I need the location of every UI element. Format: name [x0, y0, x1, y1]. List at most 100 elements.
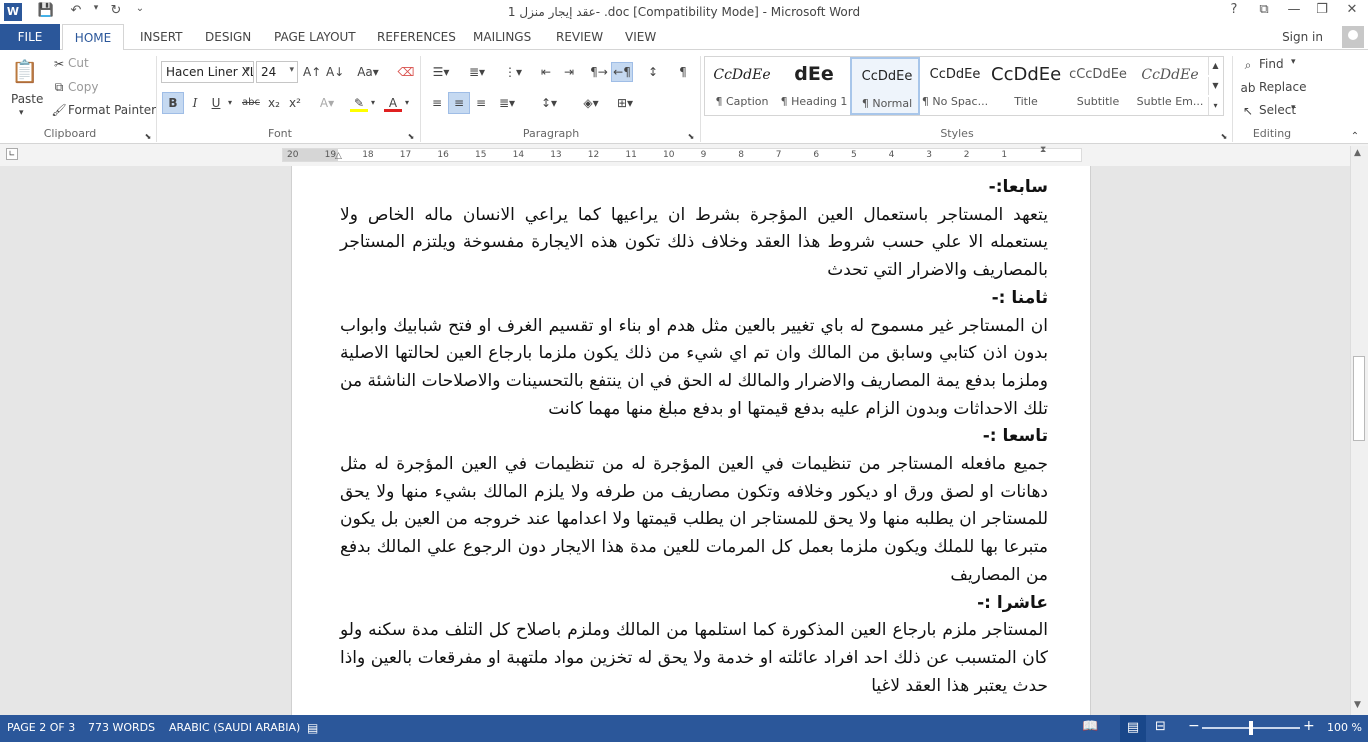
chevron-down-icon[interactable]: ▾ [1291, 57, 1296, 67]
zoom-in-button[interactable]: + [1303, 718, 1315, 734]
highlight-dropdown-icon[interactable]: ▾ [368, 94, 378, 112]
maximize-button[interactable]: ❐ [1310, 2, 1334, 22]
avatar[interactable] [1342, 26, 1364, 48]
highlight-icon[interactable]: ✎ [350, 94, 368, 112]
tab-design[interactable]: DESIGN [205, 30, 251, 44]
scroll-up-icon[interactable]: ▲ [1354, 148, 1361, 158]
style-no-spacing[interactable]: CcDdEe ¶ No Spac... [920, 57, 990, 115]
paste-dropdown-icon[interactable]: ▾ [19, 108, 24, 118]
align-right-icon[interactable]: ≡ [472, 94, 490, 112]
tab-review[interactable]: REVIEW [556, 30, 603, 44]
style-title[interactable]: CcDdEe Title [991, 57, 1061, 115]
tab-home[interactable]: HOME [62, 24, 124, 51]
vertical-scrollbar[interactable]: ▲ ▼ [1350, 146, 1368, 715]
shrink-font-icon[interactable]: A↓ [326, 63, 344, 81]
paste-icon[interactable]: 📋 [10, 58, 40, 88]
horizontal-ruler[interactable]: 20 19 18 17 16 15 14 13 12 11 10 9 8 7 6 5 4 3 2 1 ⧗ △ [282, 145, 1082, 162]
font-color-icon[interactable]: A [384, 94, 402, 112]
tab-references[interactable]: REFERENCES [377, 30, 456, 44]
cut-button[interactable]: Cut [68, 56, 89, 70]
zoom-slider-thumb[interactable] [1249, 721, 1253, 735]
format-painter-button[interactable]: Format Painter [68, 103, 156, 117]
tab-page-layout[interactable]: PAGE LAYOUT [274, 30, 356, 44]
bullets-icon[interactable]: ☰▾ [428, 63, 454, 81]
rtl-direction-icon[interactable]: ←¶ [611, 62, 633, 82]
format-painter-icon[interactable]: 🖌 [50, 101, 68, 119]
document-body[interactable]: سابعا:- يتعهد المستاجر باستعمال العين الم… [340, 174, 1048, 700]
paragraph[interactable]: جميع مافعله المستاجر من تنظيمات في العين… [340, 451, 1048, 590]
justify-icon[interactable]: ≣▾ [494, 94, 520, 112]
styles-scroll-up-icon[interactable]: ▲ [1208, 57, 1222, 75]
decrease-indent-icon[interactable]: ⇤ [537, 63, 555, 81]
find-icon[interactable]: ⌕ [1239, 56, 1257, 74]
select-icon[interactable]: ↖ [1239, 102, 1257, 120]
line-spacing-icon[interactable]: ↕▾ [536, 94, 562, 112]
paragraph[interactable]: ان المستاجر غير مسموح له باي تغيير بالعي… [340, 313, 1048, 424]
section-heading[interactable]: تاسعا :- [340, 423, 1048, 451]
copy-button[interactable]: Copy [68, 80, 98, 94]
page-count[interactable]: PAGE 2 OF 3 [7, 721, 75, 734]
right-indent-marker-icon[interactable]: ⧗ [1040, 145, 1050, 155]
macro-record-icon[interactable]: ▤ [307, 721, 318, 735]
italic-button[interactable]: I [186, 94, 204, 112]
align-center-icon[interactable]: ≡ [448, 92, 470, 114]
strikethrough-button[interactable]: abc [240, 94, 262, 112]
word-count[interactable]: 773 WORDS [88, 721, 155, 734]
font-name-combo[interactable]: Hacen Liner XL ▾ [161, 61, 254, 83]
bold-button[interactable]: B [162, 92, 184, 114]
clear-formatting-icon[interactable]: ⌫ [397, 63, 415, 81]
language-indicator[interactable]: ARABIC (SAUDI ARABIA) [169, 721, 300, 734]
sign-in-link[interactable]: Sign in [1282, 30, 1323, 44]
minimize-button[interactable]: — [1282, 2, 1306, 22]
show-formatting-icon[interactable]: ¶ [674, 63, 692, 81]
left-indent-marker-icon[interactable]: △ [335, 151, 342, 161]
tab-selector-icon[interactable]: ∟ [6, 148, 18, 160]
ltr-direction-icon[interactable]: ¶→ [590, 63, 608, 81]
tab-insert[interactable]: INSERT [140, 30, 183, 44]
replace-button[interactable]: Replace [1259, 80, 1306, 94]
ribbon-display-options-button[interactable]: ⧉ [1252, 2, 1276, 22]
styles-scroll-down-icon[interactable]: ▼ [1208, 77, 1222, 95]
tab-mailings[interactable]: MAILINGS [473, 30, 531, 44]
copy-icon[interactable]: ⧉ [50, 78, 68, 96]
tab-view[interactable]: VIEW [625, 30, 656, 44]
shading-icon[interactable]: ◈▾ [578, 94, 604, 112]
section-heading[interactable]: ثامنا :- [340, 285, 1048, 313]
align-left-icon[interactable]: ≡ [428, 94, 446, 112]
style-caption[interactable]: CcDdEe ¶ Caption [707, 57, 777, 115]
multilevel-list-icon[interactable]: ⋮▾ [500, 63, 526, 81]
superscript-button[interactable]: x² [286, 94, 304, 112]
font-color-dropdown-icon[interactable]: ▾ [402, 94, 412, 112]
grow-font-icon[interactable]: A↑ [303, 63, 321, 81]
cut-icon[interactable]: ✂ [50, 55, 68, 73]
read-mode-icon[interactable]: 📖 [1082, 719, 1098, 734]
document-page[interactable]: سابعا:- يتعهد المستاجر باستعمال العين الم… [291, 166, 1091, 715]
find-button[interactable]: Find [1259, 57, 1284, 71]
section-heading[interactable]: عاشرا :- [340, 590, 1048, 618]
style-subtle-emphasis[interactable]: CcDdEe Subtle Em... [1135, 57, 1205, 115]
numbering-icon[interactable]: ≣▾ [464, 63, 490, 81]
web-layout-icon[interactable]: ⊟ [1155, 719, 1166, 734]
borders-icon[interactable]: ⊞▾ [612, 94, 638, 112]
help-button[interactable]: ? [1222, 2, 1246, 22]
text-effects-icon[interactable]: A▾ [318, 94, 336, 112]
replace-icon[interactable]: ab [1239, 79, 1257, 97]
close-button[interactable]: ✕ [1340, 2, 1364, 22]
print-layout-icon[interactable]: ▤ [1120, 715, 1146, 742]
style-heading-1[interactable]: dEe ¶ Heading 1 [779, 57, 849, 115]
change-case-icon[interactable]: Aa▾ [354, 63, 382, 81]
underline-dropdown-icon[interactable]: ▾ [225, 94, 235, 112]
paragraph[interactable]: المستاجر ملزم بارجاع العين المذكورة كما … [340, 617, 1048, 700]
style-subtitle[interactable]: cCcDdEe Subtitle [1063, 57, 1133, 115]
chevron-down-icon[interactable]: ▾ [1291, 103, 1296, 113]
styles-more-icon[interactable]: ▾ [1208, 97, 1222, 115]
increase-indent-icon[interactable]: ⇥ [560, 63, 578, 81]
paragraph[interactable]: يتعهد المستاجر باستعمال العين المؤجرة بش… [340, 202, 1048, 285]
paste-button[interactable]: Paste [11, 92, 43, 106]
sort-icon[interactable]: ↕ [644, 63, 662, 81]
style-normal[interactable]: CcDdEe ¶ Normal [850, 57, 920, 115]
zoom-level[interactable]: 100 % [1327, 721, 1362, 734]
subscript-button[interactable]: x₂ [265, 94, 283, 112]
section-heading[interactable]: سابعا:- [340, 174, 1048, 202]
underline-button[interactable]: U [207, 94, 225, 112]
